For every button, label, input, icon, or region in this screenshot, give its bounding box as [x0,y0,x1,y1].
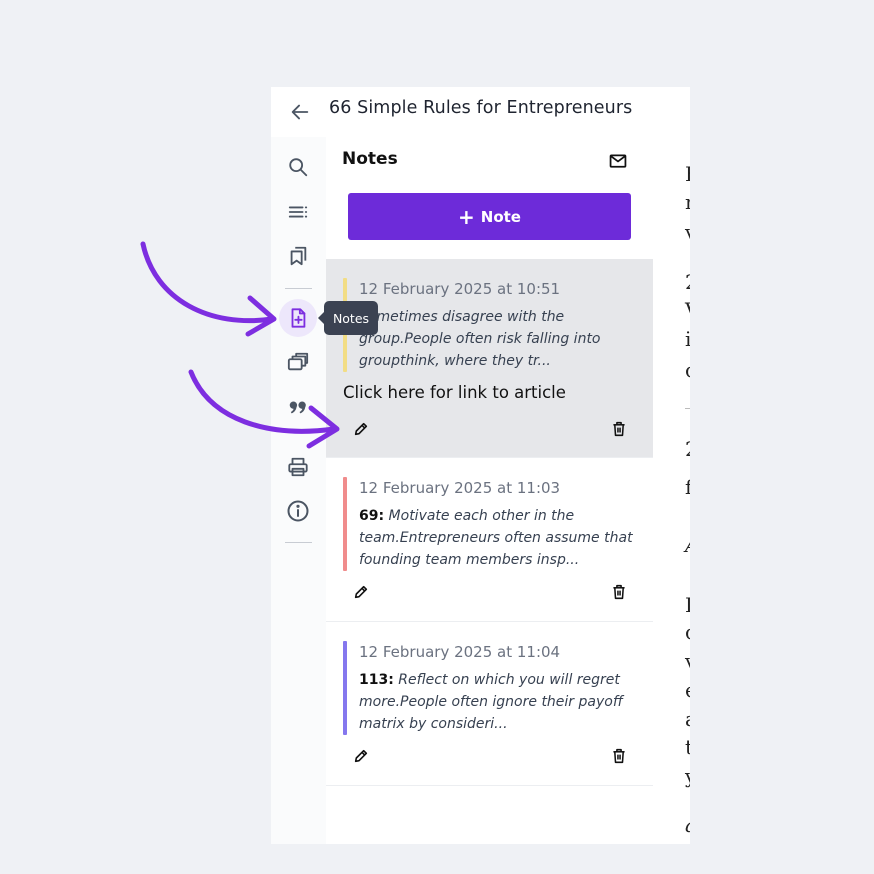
quote-icon [289,401,306,414]
reader-text-fragment: 2 [685,270,690,294]
add-note-icon [291,308,306,328]
note-date: 12 February 2025 at 11:03 [359,479,561,497]
info-button[interactable] [283,496,313,526]
delete-note-button[interactable] [608,581,630,603]
email-notes-button[interactable] [607,151,629,171]
note-excerpt-text: Reflect on which you will regret more.Pe… [359,672,623,732]
edit-note-button[interactable] [350,581,372,603]
rail-divider [285,288,312,289]
reader-text-fragment: e [685,678,690,702]
note-color-bar [343,477,347,571]
note-color-bar [343,641,347,735]
trash-icon [613,421,625,437]
reader-text-fragment: c [685,358,690,382]
info-icon [287,500,309,522]
side-rail [271,137,327,844]
reader-text-fragment: v [685,649,690,673]
pencil-icon [354,585,368,599]
note-excerpt: Sometimes disagree with the group.People… [359,306,639,372]
print-icon [288,457,308,477]
trash-icon [613,584,625,600]
reader-text-fragment: I [685,593,690,617]
search-icon [289,158,308,177]
note-item[interactable]: 12 February 2025 at 10:51 Sometimes disa… [326,259,653,458]
add-note-label: Note [480,207,521,226]
note-excerpt: 69: Motivate each other in the team.Entr… [359,505,639,571]
trash-icon [613,748,625,764]
note-excerpt-text: Sometimes disagree with the group.People… [359,309,601,369]
reader-text-fragment: V [685,298,690,322]
reader-text-fragment: 2 [685,437,690,461]
note-rule-number: 113: [359,672,394,688]
notes-panel: Notes + Note 12 February 2025 at 10:51 S… [326,137,654,844]
reader-text-fragment: a [685,707,690,731]
note-rule-number: 69: [359,508,385,524]
note-item[interactable]: 12 February 2025 at 11:03 69: Motivate e… [326,457,653,622]
delete-note-button[interactable] [608,745,630,767]
delete-note-button[interactable] [608,418,630,440]
note-date: 12 February 2025 at 11:04 [359,643,561,661]
reader-app: 66 Simple Rules for Entrepreneurs Notes [271,87,690,844]
reader-text-fragment: t [685,735,690,759]
pencil-icon [354,749,368,763]
top-bar: 66 Simple Rules for Entrepreneurs [271,87,690,138]
back-button[interactable] [287,99,313,125]
reader-pane: F n v 2 V i c 2 f A I c v e a t y a [653,137,690,844]
rail-divider [285,542,312,543]
note-date: 12 February 2025 at 10:51 [359,280,561,298]
pencil-icon [354,422,368,436]
note-item[interactable]: 12 February 2025 at 11:04 113: Reflect o… [326,621,653,786]
arrow-left-icon [291,104,309,120]
reader-text-fragment: c [685,620,690,644]
reader-text-fragment: n [685,190,690,214]
book-title: 66 Simple Rules for Entrepreneurs [329,98,633,118]
envelope-icon [609,154,627,168]
reader-text-fragment: v [685,220,690,244]
bookmarks-button[interactable] [283,241,313,271]
reader-divider [685,408,690,409]
note-article-link[interactable]: Click here for link to article [343,383,566,402]
note-excerpt: 113: Reflect on which you will regret mo… [359,669,639,735]
edit-note-button[interactable] [350,745,372,767]
notes-tooltip: Notes [318,301,378,335]
add-note-button[interactable]: + Note [348,193,631,240]
bookmarks-icon [290,246,307,266]
reader-text-fragment: f [685,475,690,499]
flashcards-icon [287,352,309,371]
reader-text-fragment: i [685,327,690,351]
reader-text-fragment: F [685,162,690,186]
contents-icon [288,206,308,218]
contents-button[interactable] [283,197,313,227]
notes-panel-title: Notes [342,149,398,169]
quotes-button[interactable] [283,392,313,422]
arrow-to-notes-icon [140,241,275,324]
reader-text-fragment: A [685,533,690,557]
edit-note-button[interactable] [350,418,372,440]
flashcards-button[interactable] [283,347,313,377]
note-excerpt-text: Motivate each other in the team.Entrepre… [359,508,633,568]
reader-text-fragment: a [685,813,690,837]
search-button[interactable] [283,152,313,182]
plus-icon: + [458,204,475,229]
notes-button[interactable] [279,299,317,337]
print-button[interactable] [283,452,313,482]
reader-text-fragment: y [685,764,690,788]
